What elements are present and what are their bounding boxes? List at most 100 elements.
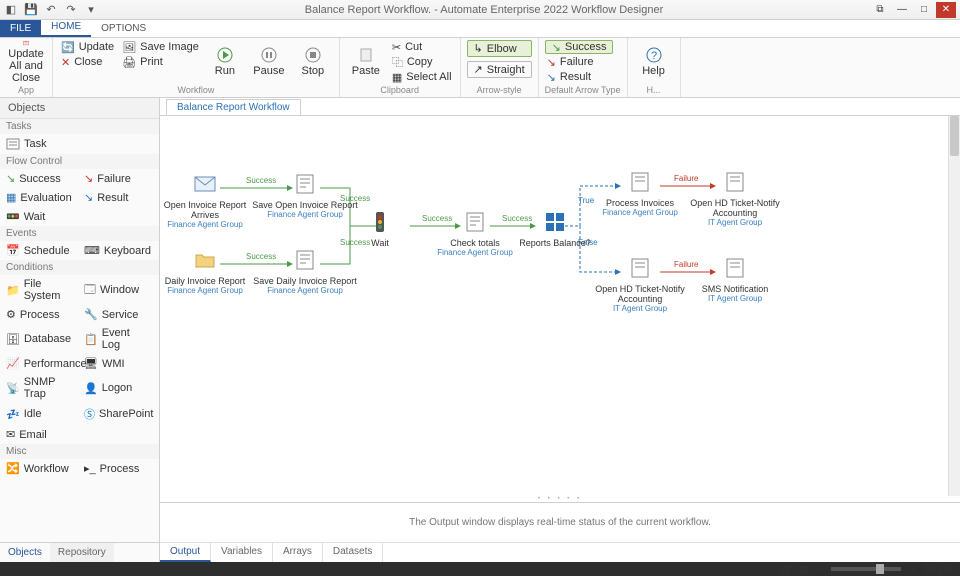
item-result[interactable]: ↘Result	[78, 188, 156, 207]
output-pane: The Output window displays real-time sta…	[160, 502, 960, 562]
copy-icon: ⿻	[392, 54, 403, 70]
window-icon: 🗔	[84, 281, 96, 300]
item-failure[interactable]: ↘Failure	[78, 169, 156, 188]
cut-icon: ✂	[392, 41, 401, 54]
title-bar: ◧ 💾 ↶ ↷ ▾ Balance Report Workflow. - Aut…	[0, 0, 960, 20]
item-logon[interactable]: 👤Logon	[78, 373, 156, 403]
task-icon	[293, 172, 317, 196]
node-open-hd-accounting-1[interactable]: Open HD Ticket-Notify AccountingIT Agent…	[680, 170, 790, 227]
redo-icon[interactable]: ↷	[64, 3, 78, 17]
help-button[interactable]: ?Help	[634, 40, 674, 84]
item-wmi[interactable]: 🖥WMI	[78, 354, 156, 373]
item-idle[interactable]: 💤Idle	[0, 403, 78, 425]
output-tab-datasets[interactable]: Datasets	[323, 543, 383, 562]
sidebar-tab-repository[interactable]: Repository	[50, 543, 114, 562]
paste-icon	[358, 47, 374, 63]
save-image-button[interactable]: 🖼Save Image	[120, 40, 201, 54]
vertical-scrollbar[interactable]	[948, 116, 960, 496]
cut-button[interactable]: ✂Cut	[390, 40, 454, 54]
section-misc: Misc	[0, 444, 159, 459]
close-wf-button[interactable]: ✕Close	[59, 55, 116, 69]
perf-icon: 📈	[6, 357, 20, 370]
image-icon: 🖼	[122, 41, 136, 54]
arrow-success-button[interactable]: ↘Success	[545, 40, 614, 54]
workflow-canvas[interactable]: Success Success Success Success Success …	[160, 116, 960, 496]
arrow-failure-button[interactable]: ↘Failure	[545, 55, 614, 69]
item-keyboard[interactable]: ⌨Keyboard	[78, 241, 156, 260]
item-performance[interactable]: 📈Performance	[0, 354, 78, 373]
node-open-hd-accounting-2[interactable]: Open HD Ticket-Notify AccountingIT Agent…	[585, 256, 695, 313]
workflow-icon: 🔀	[6, 462, 20, 475]
stop-button[interactable]: Stop	[293, 40, 333, 84]
canvas-tab-active[interactable]: Balance Report Workflow	[166, 99, 301, 115]
minimize-button[interactable]: —	[892, 2, 912, 18]
node-save-daily-invoice[interactable]: Save Daily Invoice ReportFinance Agent G…	[250, 248, 360, 295]
node-sms-notification[interactable]: SMS NotificationIT Agent Group	[680, 256, 790, 303]
item-schedule[interactable]: 📅Schedule	[0, 241, 78, 260]
item-eventlog[interactable]: 📋Event Log	[78, 324, 156, 354]
success-icon: ↘	[6, 172, 15, 185]
update-button[interactable]: 🔄Update	[59, 40, 116, 54]
item-service[interactable]: 🔧Service	[78, 305, 156, 324]
item-database[interactable]: 🗄Database	[0, 324, 78, 354]
idle-icon: 💤	[6, 408, 20, 421]
update-all-button[interactable]: Update All and Close	[6, 40, 46, 84]
zoom-slider[interactable]	[831, 567, 901, 571]
elbow-button[interactable]: ↳Elbow	[467, 40, 532, 57]
group-arrow-label: Arrow-style	[467, 85, 532, 97]
output-body: The Output window displays real-time sta…	[160, 503, 960, 542]
item-window[interactable]: 🗔Window	[78, 275, 156, 305]
output-tab-variables[interactable]: Variables	[211, 543, 273, 562]
item-evaluation[interactable]: ▦Evaluation	[0, 188, 78, 207]
node-open-invoice-arrives[interactable]: Open Invoice Report ArrivesFinance Agent…	[160, 172, 260, 229]
copy-button[interactable]: ⿻Copy	[390, 55, 454, 69]
tab-file[interactable]: FILE	[0, 20, 41, 37]
task-icon	[723, 170, 747, 194]
item-success[interactable]: ↘Success	[0, 169, 78, 188]
node-daily-invoice[interactable]: Daily Invoice ReportFinance Agent Group	[160, 248, 260, 295]
item-wait[interactable]: 🚥Wait	[0, 207, 159, 226]
close-button[interactable]: ✕	[936, 2, 956, 18]
item-email[interactable]: ✉Email	[0, 425, 159, 444]
straight-button[interactable]: ↗Straight	[467, 61, 532, 78]
item-snmp[interactable]: 📡SNMP Trap	[0, 373, 78, 403]
sidebar-tab-objects[interactable]: Objects	[0, 543, 50, 562]
pause-button[interactable]: Pause	[249, 40, 289, 84]
paste-button[interactable]: Paste	[346, 40, 386, 84]
save-icon[interactable]: 💾	[24, 3, 38, 17]
view-icon-2[interactable]: ▦	[799, 563, 809, 576]
output-tab-output[interactable]: Output	[160, 543, 211, 562]
folder-icon: 📁	[6, 284, 20, 297]
zoom-thumb[interactable]	[876, 564, 884, 574]
item-process[interactable]: ⚙Process	[0, 305, 78, 324]
scroll-thumb[interactable]	[950, 116, 959, 156]
window-title: Balance Report Workflow. - Automate Ente…	[98, 4, 870, 16]
close-icon: ✕	[61, 56, 70, 69]
undo-icon[interactable]: ↶	[44, 3, 58, 17]
run-button[interactable]: Run	[205, 40, 245, 84]
task-icon	[628, 256, 652, 280]
qat-dropdown-icon[interactable]: ▾	[84, 3, 98, 17]
item-workflow[interactable]: 🔀Workflow	[0, 459, 78, 478]
node-process-invoices[interactable]: Process InvoicesFinance Agent Group	[585, 170, 695, 217]
tab-options[interactable]: OPTIONS	[91, 20, 156, 37]
select-all-button[interactable]: ▦Select All	[390, 70, 454, 84]
task-icon	[723, 256, 747, 280]
svg-text:?: ?	[650, 50, 656, 62]
view-icon-1[interactable]: ▤	[780, 563, 790, 576]
item-filesystem[interactable]: 📁File System	[0, 275, 78, 305]
failure-icon: ↘	[84, 172, 93, 185]
tab-home[interactable]: HOME	[41, 18, 91, 37]
maximize-button[interactable]: □	[914, 2, 934, 18]
item-process-m[interactable]: ▸_Process	[78, 459, 156, 478]
item-task[interactable]: Task	[0, 134, 159, 154]
zoom-in-button[interactable]: +	[909, 563, 915, 575]
elbow-icon: ↳	[474, 42, 483, 55]
node-wait[interactable]: Wait	[340, 210, 420, 248]
zoom-out-button[interactable]: −	[817, 563, 823, 575]
item-sharepoint[interactable]: ⓈSharePoint	[78, 403, 156, 425]
print-button[interactable]: 🖨Print	[120, 55, 201, 69]
output-tab-arrays[interactable]: Arrays	[273, 543, 323, 562]
popout-button[interactable]: ⧉	[870, 2, 890, 18]
arrow-result-button[interactable]: ↘Result	[545, 70, 614, 84]
